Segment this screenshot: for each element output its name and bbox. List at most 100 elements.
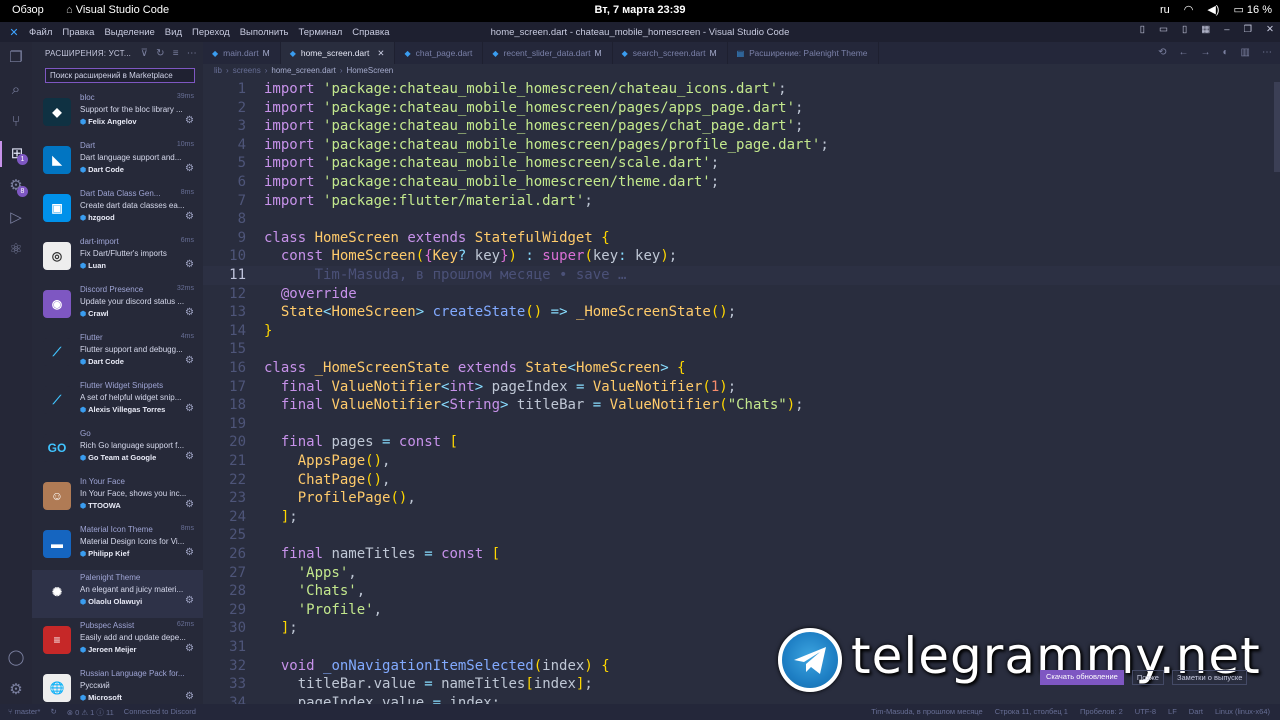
open-changes-icon[interactable]: ⟲ <box>1158 47 1166 58</box>
manage-gear-icon[interactable]: ⚙ <box>185 211 194 222</box>
refresh-icon[interactable]: ↻ <box>156 48 165 59</box>
go-back-icon[interactable]: ← <box>1179 47 1189 58</box>
code-line[interactable]: 10 const HomeScreen({Key? key}) : super(… <box>203 247 1280 266</box>
code-line[interactable]: 29 'Profile', <box>203 601 1280 620</box>
code-line[interactable]: 22 ChatPage(), <box>203 471 1280 490</box>
manage-gear-icon[interactable]: ⚙ <box>185 355 194 366</box>
code-line[interactable]: 25 <box>203 526 1280 545</box>
extension-item[interactable]: ✺ Palenight Theme An elegant and juicy mat… <box>32 570 203 618</box>
extension-item[interactable]: ◆ bloc 39ms Support for the bloc library ..… <box>32 90 203 138</box>
more-actions-icon[interactable]: ⋯ <box>187 48 197 59</box>
account-icon[interactable]: ◯ <box>0 645 32 671</box>
code-line[interactable]: 15 <box>203 340 1280 359</box>
extension-item[interactable]: ◣ Dart 10ms Dart language support and... ⬢ D… <box>32 138 203 186</box>
maximize-button[interactable]: ❐ <box>1244 24 1253 35</box>
code-line[interactable]: 17 final ValueNotifier<int> pageIndex = … <box>203 378 1280 397</box>
source-control-icon[interactable]: ⑂ <box>0 109 32 135</box>
platform-status[interactable]: Linux (linux-x64) <box>1215 707 1270 716</box>
extension-item[interactable]: ⟋ Flutter Widget Snippets A set of helpful… <box>32 378 203 426</box>
extension-item[interactable]: ◉ Discord Presence 32ms Update your discord… <box>32 282 203 330</box>
minimap-scroll-indicator[interactable] <box>1274 82 1280 172</box>
tab-recent-slider-data-dart[interactable]: ◆ recent_slider_data.dart M <box>483 42 613 64</box>
code-line[interactable]: 12 @override <box>203 285 1280 304</box>
manage-gear-icon[interactable]: ⚙ <box>185 115 194 126</box>
clock[interactable]: Вт, 7 марта 23:39 <box>0 4 1280 16</box>
menu-3[interactable]: Вид <box>160 27 187 38</box>
manage-gear-icon[interactable]: ⚙ <box>0 677 32 703</box>
search-icon[interactable]: ⌕ <box>0 77 32 103</box>
menu-7[interactable]: Справка <box>347 27 394 38</box>
manage-gear-icon[interactable]: ⚙ <box>185 403 194 414</box>
extension-item[interactable]: ▣ Dart Data Class Gen... 8ms Create dart da… <box>32 186 203 234</box>
code-line[interactable]: 23 ProfilePage(), <box>203 489 1280 508</box>
battery-indicator[interactable]: ▭ 16 % <box>1233 3 1272 16</box>
breadcrumb-item[interactable]: home_screen.dart <box>271 66 335 75</box>
tab-main-dart[interactable]: ◆ main.dart M <box>203 42 281 64</box>
filter-icon[interactable]: ⊽ <box>141 48 149 59</box>
extensions-icon[interactable]: ⊞ 1 <box>0 141 32 167</box>
eol-status[interactable]: LF <box>1168 707 1177 716</box>
menu-2[interactable]: Выделение <box>99 27 159 38</box>
code-line[interactable]: 19 <box>203 415 1280 434</box>
code-line[interactable]: 18 final ValueNotifier<String> titleBar … <box>203 396 1280 415</box>
clear-icon[interactable]: ≡ <box>173 48 179 59</box>
code-line[interactable]: 21 AppsPage(), <box>203 452 1280 471</box>
code-line[interactable]: 4 import 'package:chateau_mobile_homescre… <box>203 136 1280 155</box>
tab--palenight-theme[interactable]: ▤ Расширение: Palenight Theme <box>728 42 879 64</box>
code-line[interactable]: 1 import 'package:chateau_mobile_homescre… <box>203 80 1280 99</box>
code-line[interactable]: 13 State<HomeScreen> createState() => _H… <box>203 303 1280 322</box>
code-line[interactable]: 14} <box>203 322 1280 341</box>
menu-1[interactable]: Правка <box>57 27 99 38</box>
layout-panel-icon[interactable]: ▭ <box>1159 24 1168 35</box>
sync-icon[interactable]: ↻ <box>50 707 56 718</box>
run-debug-icon[interactable]: ⚙ 8 <box>0 173 32 199</box>
manage-gear-icon[interactable]: ⚙ <box>185 499 194 510</box>
tab-home-screen-dart[interactable]: ◆ home_screen.dart ✕ <box>280 42 396 64</box>
code-line[interactable]: 5 import 'package:chateau_mobile_homescre… <box>203 154 1280 173</box>
problems-status[interactable]: ⊗ 0 ⚠ 1 ⓘ 11 <box>67 707 114 718</box>
manage-gear-icon[interactable]: ⚙ <box>185 595 194 606</box>
volume-icon[interactable]: ◀) <box>1207 3 1219 16</box>
code-line[interactable]: 6 import 'package:chateau_mobile_homescre… <box>203 173 1280 192</box>
code-line[interactable]: 7 import 'package:flutter/material.dart'; <box>203 192 1280 211</box>
code-line[interactable]: 2 import 'package:chateau_mobile_homescre… <box>203 99 1280 118</box>
manage-gear-icon[interactable]: ⚙ <box>185 451 194 462</box>
manage-gear-icon[interactable]: ⚙ <box>185 163 194 174</box>
indent-status[interactable]: Пробелов: 2 <box>1080 707 1123 716</box>
language-status[interactable]: Dart <box>1189 707 1203 716</box>
tab-search-screen-dart[interactable]: ◆ search_screen.dart M <box>613 42 728 64</box>
code-line[interactable]: 11 Tim-Masuda, в прошлом месяце • save … <box>203 266 1280 285</box>
download-update-button[interactable]: Скачать обновление <box>1040 670 1124 685</box>
extension-item[interactable]: ⟋ Flutter 4ms Flutter support and debugg...… <box>32 330 203 378</box>
code-line[interactable]: 16 class _HomeScreenState extends State<H… <box>203 359 1280 378</box>
layout-secondary-icon[interactable]: ▯ <box>1182 24 1187 35</box>
extension-item[interactable]: ◎ dart-import 6ms Fix Dart/Flutter's import… <box>32 234 203 282</box>
code-line[interactable]: 26 final nameTitles = const [ <box>203 545 1280 564</box>
cursor-position[interactable]: Строка 11, столбец 1 <box>995 707 1068 716</box>
more-icon[interactable]: ⋯ <box>1262 47 1272 58</box>
testing-icon[interactable]: ▷ <box>0 205 32 231</box>
extension-item[interactable]: ▬ Material Icon Theme 8ms Material Design I… <box>32 522 203 570</box>
menu-4[interactable]: Переход <box>187 27 235 38</box>
wifi-icon[interactable]: ◠ <box>1184 3 1194 16</box>
release-notes-button[interactable]: Заметки о выпуске <box>1171 670 1248 685</box>
extension-item[interactable]: ≡ Pubspec Assist 62ms Easily add and update… <box>32 618 203 666</box>
code-line[interactable]: 28 'Chats', <box>203 582 1280 601</box>
close-tab-icon[interactable]: ✕ <box>377 48 384 59</box>
split-editor-icon[interactable]: ▥ <box>1241 47 1250 58</box>
keyboard-layout[interactable]: ru <box>1160 4 1170 16</box>
tab-chat-page-dart[interactable]: ◆ chat_page.dart <box>395 42 484 64</box>
toggle-icon[interactable]: ◐ <box>1223 47 1229 58</box>
manage-gear-icon[interactable]: ⚙ <box>185 307 194 318</box>
manage-gear-icon[interactable]: ⚙ <box>185 547 194 558</box>
layout-customize-icon[interactable]: ▦ <box>1201 24 1210 35</box>
remote-icon[interactable]: ⚛ <box>0 237 32 263</box>
menu-5[interactable]: Выполнить <box>235 27 294 38</box>
code-line[interactable]: 27 'Apps', <box>203 564 1280 583</box>
breadcrumb-item[interactable]: screens <box>233 66 261 75</box>
code-line[interactable]: 20 final pages = const [ <box>203 433 1280 452</box>
code-line[interactable]: 24 ]; <box>203 508 1280 527</box>
code-line[interactable]: 3 import 'package:chateau_mobile_homescre… <box>203 117 1280 136</box>
blame-status[interactable]: Tim-Masuda, в прошлом месяце <box>871 707 982 716</box>
breadcrumb-item[interactable]: HomeScreen <box>347 66 394 75</box>
